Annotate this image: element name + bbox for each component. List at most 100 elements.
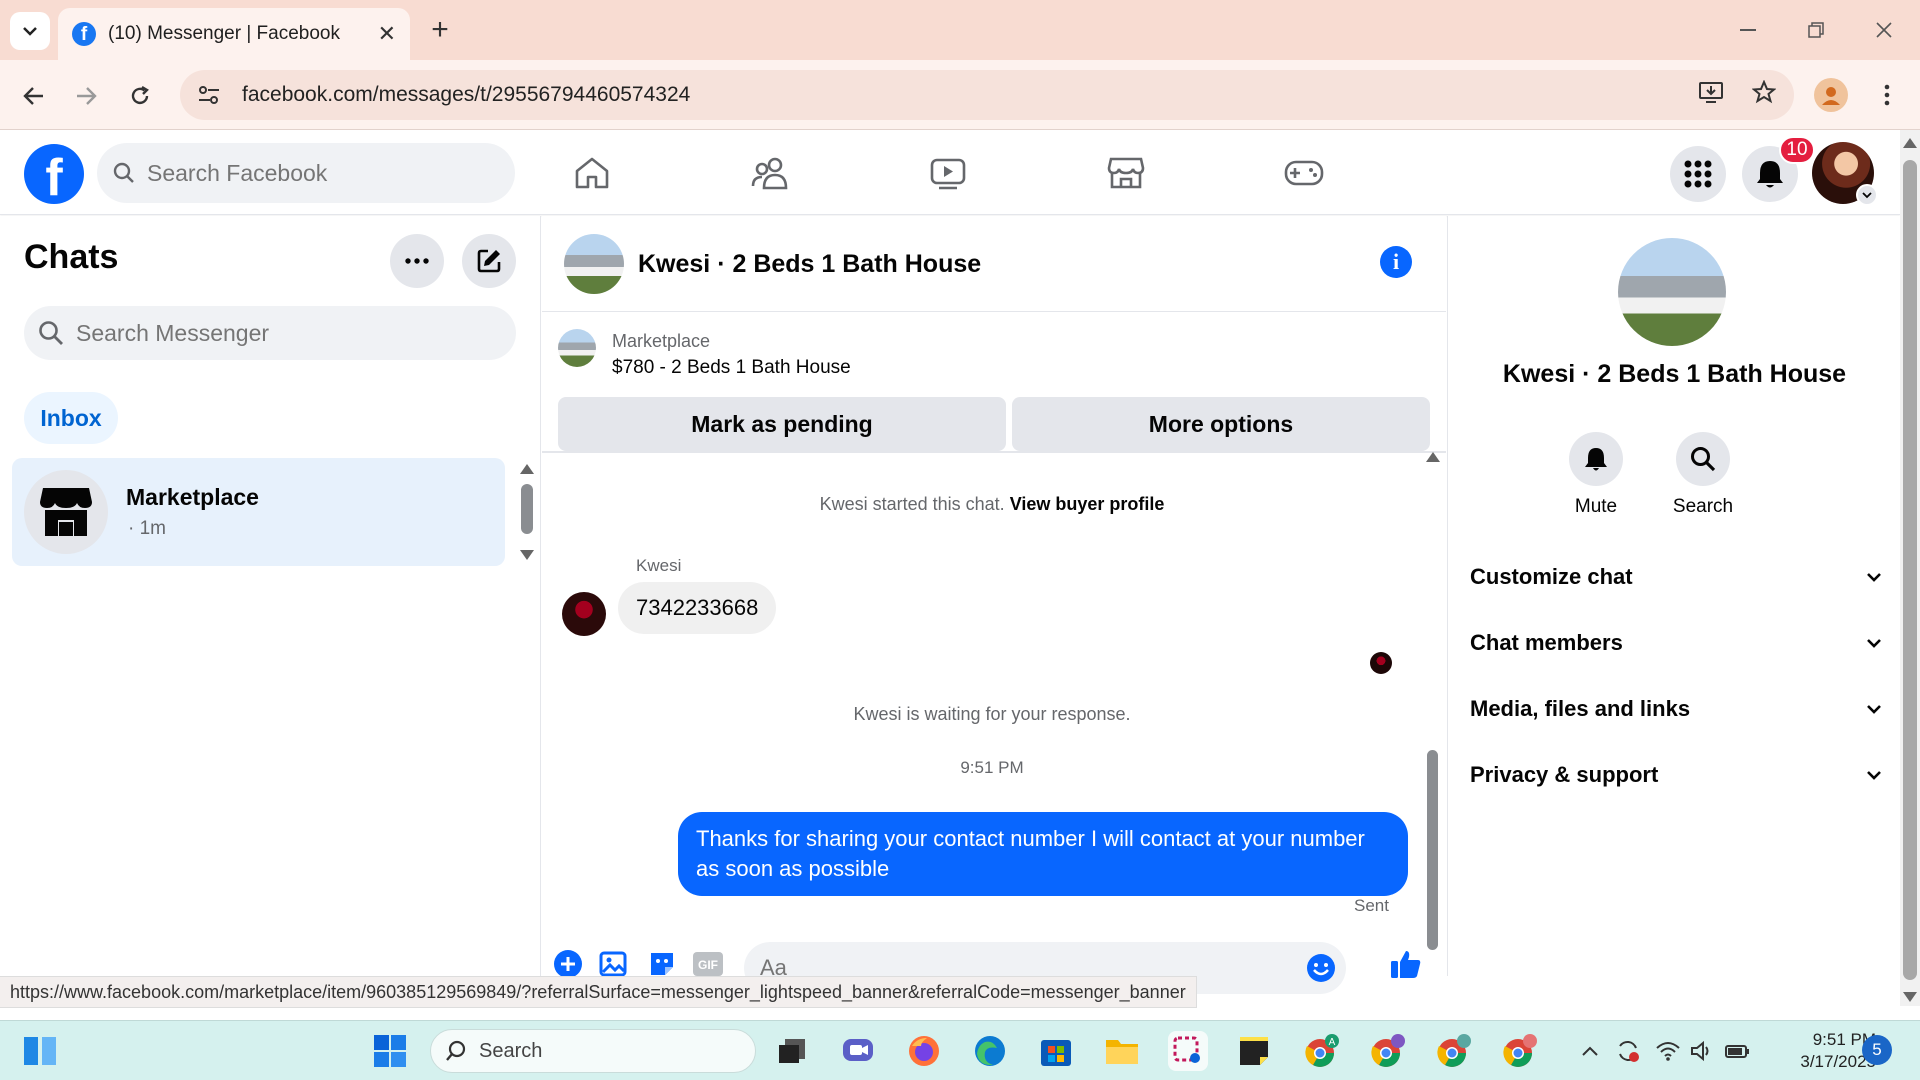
forward-button[interactable] <box>66 76 106 116</box>
listing-thumbnail[interactable] <box>558 329 596 367</box>
message-timestamp: 9:51 PM <box>960 758 1024 777</box>
info-avatar[interactable] <box>1618 238 1726 346</box>
chat-list-scroll-up[interactable] <box>520 464 534 474</box>
incoming-message-bubble[interactable]: 7342233668 <box>618 582 777 634</box>
site-settings-icon[interactable] <box>194 80 224 110</box>
install-app-icon[interactable] <box>1698 80 1724 109</box>
status-bar-url: https://www.facebook.com/marketplace/ite… <box>0 976 1197 1008</box>
facebook-search[interactable] <box>97 143 515 203</box>
outgoing-message-bubble[interactable]: Thanks for sharing your contact number I… <box>678 812 1408 896</box>
customize-chat-section[interactable]: Customize chat <box>1470 552 1882 602</box>
teams-chat-icon[interactable] <box>838 1031 878 1071</box>
facebook-search-input[interactable] <box>147 159 467 187</box>
sync-icon[interactable] <box>1608 1031 1648 1071</box>
chat-list-scroll-down[interactable] <box>520 550 534 560</box>
tab-search-dropdown[interactable] <box>10 12 50 50</box>
system-clock[interactable]: 9:51 PM 3/17/2025 <box>1770 1029 1876 1073</box>
messenger-search[interactable] <box>24 306 516 360</box>
read-receipt-avatar <box>1370 652 1392 674</box>
nav-home[interactable] <box>532 142 652 204</box>
media-files-links-section[interactable]: Media, files and links <box>1470 684 1882 734</box>
chats-options-button[interactable] <box>390 234 444 288</box>
tab-title: (10) Messenger | Facebook <box>108 23 340 44</box>
messenger-search-input[interactable] <box>76 319 396 347</box>
home-icon <box>575 157 609 189</box>
widgets-icon[interactable] <box>20 1031 60 1071</box>
chat-list-scrollbar-thumb[interactable] <box>521 484 533 534</box>
browser-tab-messenger[interactable]: f (10) Messenger | Facebook ✕ <box>58 8 410 60</box>
chat-members-section[interactable]: Chat members <box>1470 618 1882 668</box>
battery-icon[interactable] <box>1718 1031 1758 1071</box>
view-buyer-profile-link[interactable]: View buyer profile <box>1010 494 1165 514</box>
file-explorer-icon[interactable] <box>1102 1031 1142 1071</box>
search-icon <box>113 162 134 183</box>
chat-list-item[interactable]: Marketplace · 1m <box>12 458 505 566</box>
firefox-icon[interactable] <box>904 1031 944 1071</box>
windows-taskbar: Search A 9:51 PM 3/17/2025 5 <box>0 1020 1920 1080</box>
back-button[interactable] <box>14 76 54 116</box>
reload-button[interactable] <box>120 76 160 116</box>
page-scrollbar-thumb[interactable] <box>1903 160 1917 980</box>
gif-icon: GIF <box>693 952 723 976</box>
chrome-profile-4-icon[interactable] <box>1500 1031 1540 1071</box>
thread-scrollbar-thumb[interactable] <box>1427 750 1438 950</box>
windows-start-icon[interactable] <box>370 1031 410 1071</box>
bookmark-star-icon[interactable] <box>1751 79 1777 109</box>
minimize-icon[interactable] <box>1728 12 1768 48</box>
address-url: facebook.com/messages/t/2955679446057432… <box>242 83 691 106</box>
chrome-profile-3-icon[interactable] <box>1434 1031 1474 1071</box>
task-view-icon[interactable] <box>772 1031 812 1071</box>
new-message-button[interactable] <box>462 234 516 288</box>
microsoft-store-icon[interactable] <box>1036 1031 1076 1071</box>
sender-avatar[interactable] <box>562 592 606 636</box>
nav-gaming[interactable] <box>1244 142 1364 204</box>
mark-as-pending-button[interactable]: Mark as pending <box>558 397 1006 451</box>
search-label: Search <box>1672 496 1734 517</box>
window-close-icon[interactable] <box>1864 12 1904 48</box>
edge-icon[interactable] <box>970 1031 1010 1071</box>
info-icon[interactable]: i <box>1380 246 1412 278</box>
emoji-icon[interactable] <box>1306 953 1336 983</box>
section-label: Privacy & support <box>1470 762 1659 787</box>
browser-profile-button[interactable] <box>1814 78 1848 112</box>
plus-circle-icon <box>554 950 582 978</box>
new-tab-button[interactable]: + <box>424 13 456 46</box>
nav-marketplace[interactable] <box>1066 142 1186 204</box>
conversation-info-panel: Kwesi · 2 Beds 1 Bath House Mute Search … <box>1447 216 1900 976</box>
restore-icon[interactable] <box>1796 12 1836 48</box>
snipping-tool-icon[interactable] <box>1168 1031 1208 1071</box>
message-sender-name: Kwesi <box>636 556 682 575</box>
page-scroll-down[interactable] <box>1903 992 1917 1002</box>
conversation-title[interactable]: Kwesi · 2 Beds 1 Bath House <box>638 250 981 279</box>
chrome-profile-1-icon[interactable]: A <box>1302 1031 1342 1071</box>
friends-icon <box>751 157 788 190</box>
listing-price-title[interactable]: $780 - 2 Beds 1 Bath House <box>612 357 851 379</box>
facebook-logo[interactable]: f <box>24 144 84 204</box>
thread-scroll-up[interactable] <box>1426 452 1440 462</box>
chevron-up-icon[interactable] <box>1570 1031 1610 1071</box>
inbox-filter-tab[interactable]: Inbox <box>24 392 118 444</box>
taskbar-search[interactable]: Search <box>430 1029 756 1073</box>
sent-status: Sent <box>1354 896 1389 915</box>
like-button[interactable] <box>1390 948 1422 980</box>
chrome-profile-2-icon[interactable] <box>1368 1031 1408 1071</box>
more-options-button[interactable]: More options <box>1012 397 1430 451</box>
privacy-support-section[interactable]: Privacy & support <box>1470 750 1882 800</box>
tab-close-icon[interactable]: ✕ <box>378 21 396 47</box>
browser-menu-icon[interactable] <box>1872 78 1902 112</box>
bell-icon <box>1757 161 1783 188</box>
video-icon <box>930 158 966 190</box>
nav-friends[interactable] <box>710 142 830 204</box>
chat-list-panel: Chats Inbox Marketplace · 1m <box>0 216 541 976</box>
search-in-chat-action[interactable]: Search <box>1663 432 1743 518</box>
mute-action[interactable]: Mute <box>1556 432 1636 518</box>
conversation-avatar[interactable] <box>564 234 624 294</box>
nav-video[interactable] <box>888 142 1008 204</box>
page-scroll-up[interactable] <box>1903 138 1917 148</box>
sticky-notes-icon[interactable] <box>1234 1031 1274 1071</box>
menu-button[interactable] <box>1670 146 1726 202</box>
volume-icon[interactable] <box>1682 1031 1722 1071</box>
address-bar[interactable]: facebook.com/messages/t/2955679446057432… <box>180 70 1794 120</box>
account-avatar[interactable] <box>1812 142 1878 206</box>
notification-center-badge[interactable]: 5 <box>1862 1035 1892 1065</box>
